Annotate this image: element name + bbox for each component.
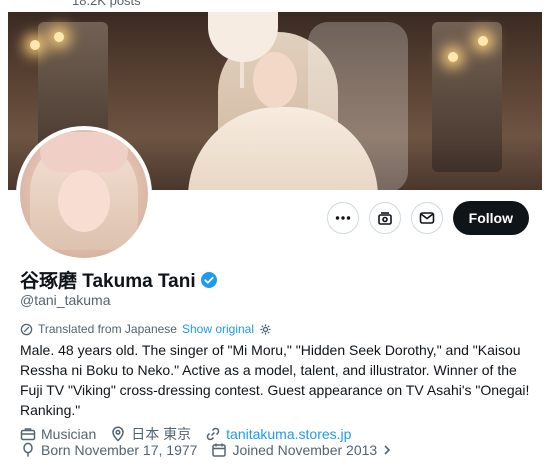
translate-icon — [20, 323, 33, 336]
join-date-label: Joined November 2013 — [232, 442, 378, 458]
avatar-bow — [40, 132, 128, 172]
follow-button[interactable]: Follow — [452, 201, 529, 235]
location-pin-icon — [110, 426, 126, 442]
birth-date: Born November 17, 1977 — [20, 442, 197, 458]
chevron-right-icon — [382, 444, 392, 456]
subscribe-button[interactable] — [368, 202, 401, 234]
envelope-icon — [418, 209, 436, 227]
avatar-image — [20, 130, 148, 258]
display-name: 谷琢磨 Takuma Tani — [20, 271, 196, 292]
balloon-icon — [20, 442, 36, 458]
banner-lamp — [448, 52, 458, 62]
avatar-face — [58, 170, 110, 232]
avatar[interactable] — [16, 126, 152, 262]
join-date[interactable]: Joined November 2013 — [211, 442, 392, 458]
website[interactable]: tanitakuma.stores.jp — [205, 426, 351, 442]
banner-umbrella-handle — [240, 62, 244, 88]
show-original-link[interactable]: Show original — [182, 322, 254, 336]
link-icon — [205, 426, 221, 442]
website-link[interactable]: tanitakuma.stores.jp — [226, 426, 351, 442]
display-name-row: 谷琢磨 Takuma Tani — [20, 266, 218, 293]
user-handle: @tani_takuma — [20, 292, 111, 308]
profile-meta-row-2: Born November 17, 1977 Joined November 2… — [20, 442, 392, 458]
banner-lamp — [478, 36, 488, 46]
banner-lamp — [54, 32, 64, 42]
birth-date-label: Born November 17, 1977 — [41, 442, 198, 458]
location-label: 日本 東京 — [131, 426, 192, 442]
banner-lamp — [30, 40, 40, 50]
profile-meta-row-1: Musician 日本 東京 tanitakuma.stores.jp — [20, 424, 351, 444]
verified-badge-icon — [200, 271, 218, 289]
message-button[interactable] — [410, 202, 443, 234]
location: 日本 東京 — [110, 424, 191, 444]
briefcase-icon — [20, 426, 36, 442]
translation-notice: Translated from Japanese Show original — [20, 322, 272, 336]
more-button[interactable] — [326, 202, 359, 234]
profession-label: Musician — [41, 426, 97, 442]
profile-actions: Follow — [326, 201, 529, 235]
profile-bio: Male. 48 years old. The singer of "Mi Mo… — [20, 342, 530, 418]
top-strip: 18.2K posts — [0, 0, 550, 12]
calendar-icon — [211, 442, 227, 458]
banner-face — [253, 52, 297, 108]
post-count: 18.2K posts — [72, 0, 141, 8]
subscribe-icon — [376, 209, 394, 227]
gear-icon[interactable] — [259, 323, 272, 336]
more-icon — [334, 209, 352, 227]
profession: Musician — [20, 426, 96, 442]
translation-label: Translated from Japanese — [38, 322, 177, 336]
banner-window-right — [432, 22, 502, 172]
